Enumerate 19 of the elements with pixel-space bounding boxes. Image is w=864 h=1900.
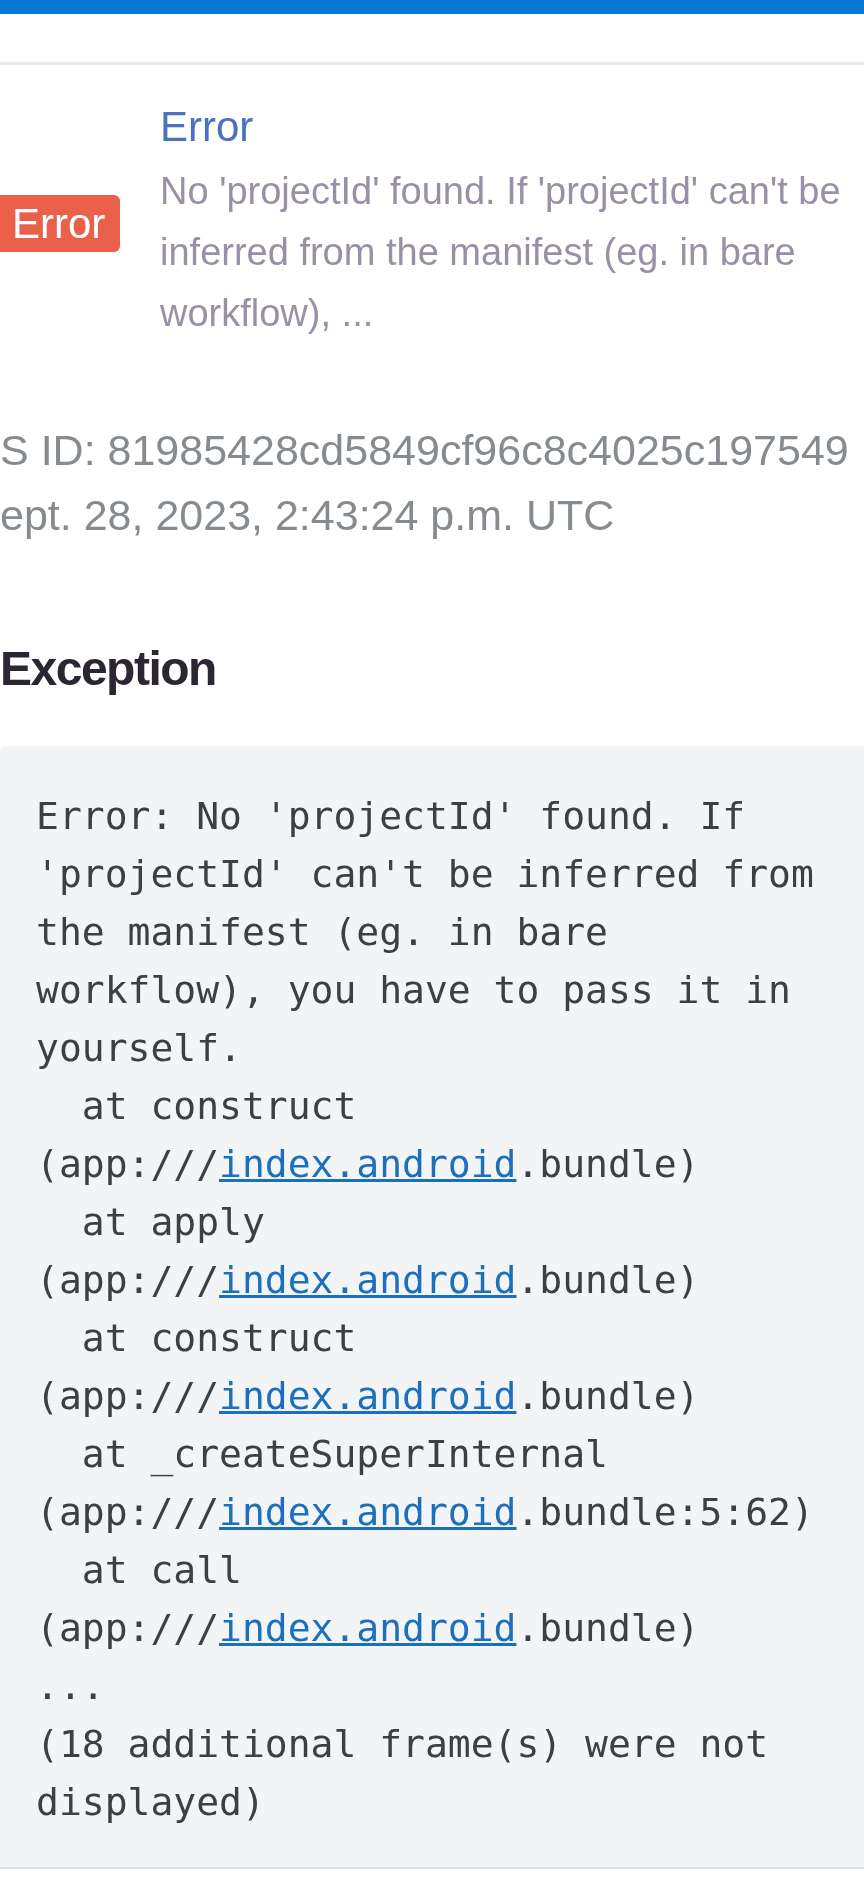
exception-message: Error: No 'projectId' found. If 'projectId' can't be inferred from the manifest (eg. in bare workflow), you have to pass it in yourself. [36,793,815,1072]
level-badge: Error [0,194,121,252]
frame-link[interactable]: index.android [219,1490,517,1534]
frame-link[interactable]: index.android [219,1142,517,1186]
frame-link[interactable]: index.android [219,1606,517,1650]
stack-frame: at apply (app:///index.android.bundle) [36,1193,846,1309]
frames-note: (18 additional frame(s) were not displayed) [36,1721,770,1826]
exception-heading: Exception [0,641,217,697]
event-date: ept. 28, 2023, 2:43:24 p.m. UTC [0,490,616,541]
issue-title-link[interactable]: Error [160,102,254,152]
stack-frame: at _createSuperInternal (app:///index.android.bundle:5:62) [36,1425,846,1541]
stack-frame: at call (app:///index.android.bundle) [36,1541,846,1657]
issue-message: No 'projectId' found. If 'projectId' can't be inferred from the manifest (eg. in bare workflow), ... [160,169,842,336]
ellipsis-text: ... [36,1664,105,1708]
frame-link[interactable]: index.android [219,1258,517,1302]
stack-frame: at construct (app:///index.android.bundle) [36,1309,846,1425]
stack-frame: at construct (app:///index.android.bundle) [36,1077,846,1193]
frame-link[interactable]: index.android [219,1374,517,1418]
event-id: S ID: 81985428cd5849cf96c8c4025c197549 [0,425,850,476]
